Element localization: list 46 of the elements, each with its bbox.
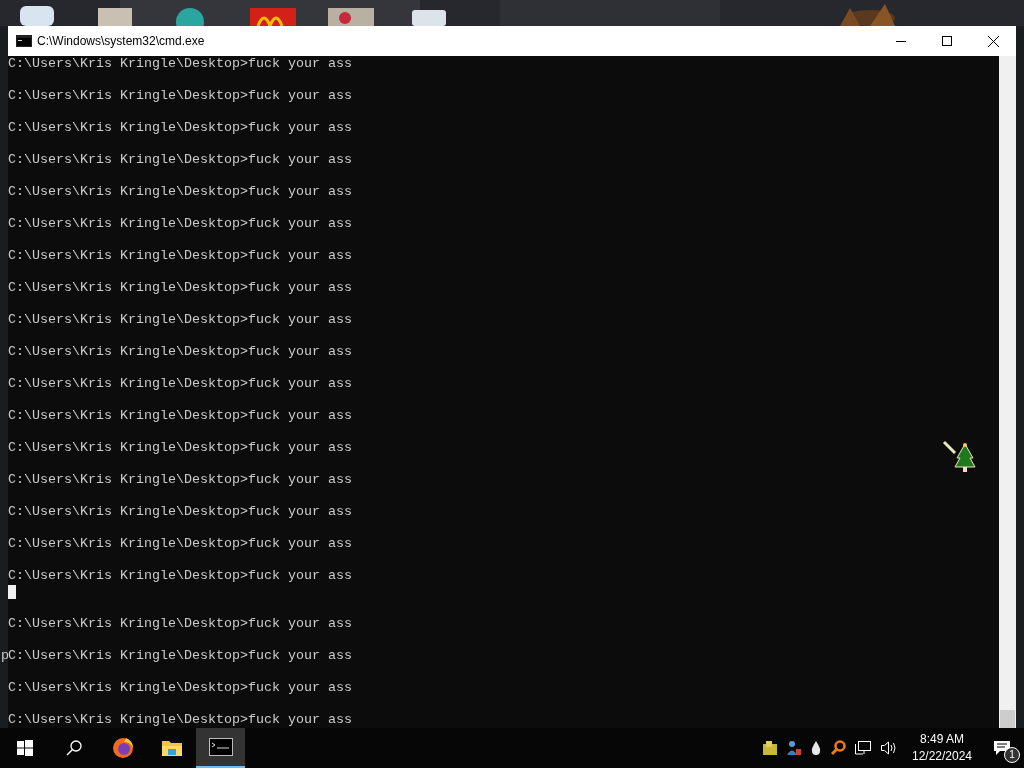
console-line: C:\Users\Kris Kringle\Desktop>fuck your ass — [8, 152, 352, 167]
console-line: C:\Users\Kris Kringle\Desktop>fuck your ass — [8, 504, 352, 519]
console-line: C:\Users\Kris Kringle\Desktop>fuck your ass — [8, 248, 352, 263]
maximize-icon — [942, 36, 952, 46]
console-line: C:\Users\Kris Kringle\Desktop>fuck your ass — [8, 472, 352, 487]
console-line: C:\Users\Kris Kringle\Desktop>fuck your ass — [8, 120, 352, 135]
stray-text: p — [1, 648, 9, 664]
console-line: C:\Users\Kris Kringle\Desktop>fuck your ass — [8, 440, 352, 455]
browser-icon — [111, 737, 134, 759]
console-line: C:\Users\Kris Kringle\Desktop>fuck your ass — [8, 344, 352, 359]
console-line: C:\Users\Kris Kringle\Desktop>fuck your ass — [8, 712, 352, 727]
text-cursor — [8, 585, 16, 599]
folder-icon — [160, 739, 183, 757]
console-line: C:\Users\Kris Kringle\Desktop>fuck your ass — [8, 616, 352, 631]
clock-time: 8:49 AM — [920, 731, 964, 748]
clock[interactable]: 8:49 AM 12/22/2024 — [904, 731, 980, 765]
search-icon — [65, 740, 82, 756]
window-title: C:\Windows\system32\cmd.exe — [37, 33, 205, 50]
scrollbar-thumb[interactable] — [1000, 710, 1015, 728]
notification-count: 1 — [1004, 747, 1020, 763]
windows-icon — [16, 740, 33, 756]
taskbar-button[interactable] — [196, 728, 245, 768]
console-icon — [208, 738, 233, 756]
tree-cursor-icon — [942, 440, 976, 474]
console-line: C:\Users\Kris Kringle\Desktop>fuck your ass — [8, 680, 352, 695]
console-line: C:\Users\Kris Kringle\Desktop>fuck your ass — [8, 312, 352, 327]
console-line: C:\Users\Kris Kringle\Desktop>fuck your ass — [8, 648, 352, 663]
console-line: C:\Users\Kris Kringle\Desktop>fuck your ass — [8, 216, 352, 231]
console-line: C:\Users\Kris Kringle\Desktop>fuck your ass — [8, 88, 352, 103]
console-line: C:\Users\Kris Kringle\Desktop>fuck your ass — [8, 56, 352, 71]
clock-date: 12/22/2024 — [911, 748, 973, 765]
console-line: C:\Users\Kris Kringle\Desktop>fuck your ass — [8, 184, 352, 199]
tray-icon[interactable] — [762, 740, 778, 756]
scrollbar[interactable] — [999, 56, 1016, 728]
console-line: C:\Users\Kris Kringle\Desktop>fuck your ass — [8, 568, 352, 583]
magnifier-icon[interactable] — [830, 740, 846, 756]
network-icon[interactable] — [854, 740, 872, 756]
users-icon[interactable] — [786, 740, 802, 756]
console-line: C:\Users\Kris Kringle\Desktop>fuck your ass — [8, 280, 352, 295]
console-line: C:\Users\Kris Kringle\Desktop>fuck your ass — [8, 376, 352, 391]
console-line: C:\Users\Kris Kringle\Desktop>fuck your ass — [8, 536, 352, 551]
console-line: C:\Users\Kris Kringle\Desktop>fuck your ass — [8, 408, 352, 423]
volume-icon[interactable] — [880, 740, 898, 756]
close-icon — [987, 35, 999, 47]
console-icon — [16, 35, 32, 47]
drop-icon[interactable] — [810, 740, 822, 756]
